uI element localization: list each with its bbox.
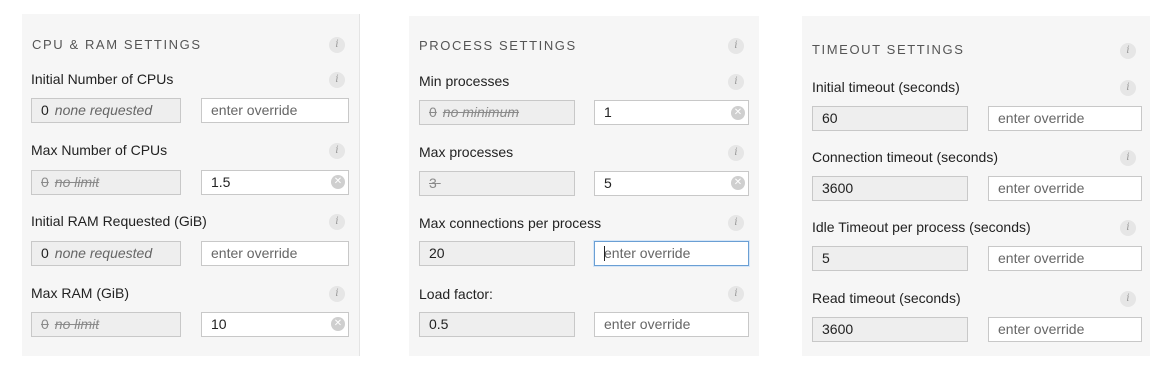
clear-icon[interactable]: ✕: [331, 317, 345, 331]
connection-timeout-default: 3600: [812, 176, 968, 201]
default-note: no limit: [54, 174, 100, 190]
max-processes-default: 3: [419, 171, 575, 196]
info-icon[interactable]: i: [329, 214, 345, 230]
info-icon[interactable]: i: [1120, 291, 1136, 307]
field-label: Max processes: [419, 144, 514, 160]
info-icon[interactable]: i: [1120, 80, 1136, 96]
info-icon[interactable]: i: [728, 145, 744, 161]
field-label: Initial RAM Requested (GiB): [31, 213, 207, 229]
panel-title: TIMEOUT SETTINGS: [812, 42, 965, 57]
info-icon[interactable]: i: [329, 286, 345, 302]
info-icon[interactable]: i: [329, 37, 345, 53]
initial-cpus-override-input[interactable]: enter override: [201, 98, 349, 123]
text-cursor: [604, 246, 605, 261]
info-icon[interactable]: i: [1120, 150, 1136, 166]
field-label: Load factor:: [419, 286, 493, 302]
default-value: 0: [41, 316, 49, 332]
field-label: Initial timeout (seconds): [812, 79, 960, 95]
default-value: 0: [41, 102, 49, 118]
initial-timeout-override-input[interactable]: enter override: [988, 106, 1142, 131]
field-label: Initial Number of CPUs: [31, 71, 174, 87]
clear-icon[interactable]: ✕: [331, 175, 345, 189]
default-value: 0: [41, 174, 49, 190]
max-connections-default: 20: [419, 241, 575, 266]
field-label: Max RAM (GiB): [31, 285, 129, 301]
default-value: 3600: [822, 180, 854, 196]
panel-title: PROCESS SETTINGS: [419, 38, 577, 53]
read-timeout-default: 3600: [812, 317, 968, 342]
field-label: Connection timeout (seconds): [812, 149, 998, 165]
max-ram-default: 0 no limit: [31, 312, 181, 337]
field-label: Idle Timeout per process (seconds): [812, 219, 1031, 235]
field-label: Max Number of CPUs: [31, 142, 168, 158]
field-label: Min processes: [419, 73, 510, 89]
clear-icon[interactable]: ✕: [731, 176, 745, 190]
default-value: 0: [41, 245, 49, 261]
default-note: none requested: [54, 102, 153, 118]
connection-timeout-override-input[interactable]: enter override: [988, 176, 1142, 201]
idle-timeout-override-input[interactable]: enter override: [988, 246, 1142, 271]
min-processes-override-input[interactable]: 1: [594, 100, 749, 125]
info-icon[interactable]: i: [728, 74, 744, 90]
max-ram-override-input[interactable]: 10: [201, 312, 349, 337]
load-factor-override-input[interactable]: enter override: [594, 312, 749, 337]
info-icon[interactable]: i: [329, 143, 345, 159]
initial-timeout-default: 60: [812, 106, 968, 131]
max-cpus-override-input[interactable]: 1.5: [201, 170, 349, 195]
info-icon[interactable]: i: [728, 215, 744, 231]
min-processes-default: 0 no minimum: [419, 100, 575, 125]
clear-icon[interactable]: ✕: [731, 106, 745, 120]
max-cpus-default: 0 no limit: [31, 170, 181, 195]
default-value: 0: [429, 104, 437, 120]
panel-title: CPU & RAM SETTINGS: [32, 37, 202, 52]
default-value: 60: [822, 110, 838, 126]
info-icon[interactable]: i: [329, 72, 345, 88]
read-timeout-override-input[interactable]: enter override: [988, 317, 1142, 342]
process-settings-panel: PROCESS SETTINGS i Min processes i 0 no m…: [409, 16, 759, 356]
initial-ram-override-input[interactable]: enter override: [201, 241, 349, 266]
default-note: none requested: [54, 245, 153, 261]
initial-cpus-default: 0 none requested: [31, 98, 181, 123]
load-factor-default: 0.5: [419, 312, 575, 337]
timeout-settings-panel: TIMEOUT SETTINGS i Initial timeout (seco…: [802, 16, 1150, 356]
initial-ram-default: 0 none requested: [31, 241, 181, 266]
field-label: Max connections per process: [419, 215, 602, 231]
info-icon[interactable]: i: [728, 38, 744, 54]
cpu-ram-settings-panel: CPU & RAM SETTINGS i Initial Number of C…: [22, 14, 360, 356]
max-connections-override-input[interactable]: enter override: [594, 241, 749, 266]
info-icon[interactable]: i: [728, 286, 744, 302]
default-value: 3: [429, 175, 437, 191]
idle-timeout-default: 5: [812, 246, 968, 271]
default-value: 3600: [822, 321, 854, 337]
info-icon[interactable]: i: [1120, 43, 1136, 59]
max-processes-override-input[interactable]: 5: [594, 171, 749, 196]
field-label: Read timeout (seconds): [812, 290, 961, 306]
default-value: 20: [429, 245, 445, 261]
default-value: 0.5: [429, 316, 449, 332]
info-icon[interactable]: i: [1120, 220, 1136, 236]
default-value: 5: [822, 250, 830, 266]
default-note: no limit: [54, 316, 100, 332]
default-note: no minimum: [442, 104, 520, 120]
